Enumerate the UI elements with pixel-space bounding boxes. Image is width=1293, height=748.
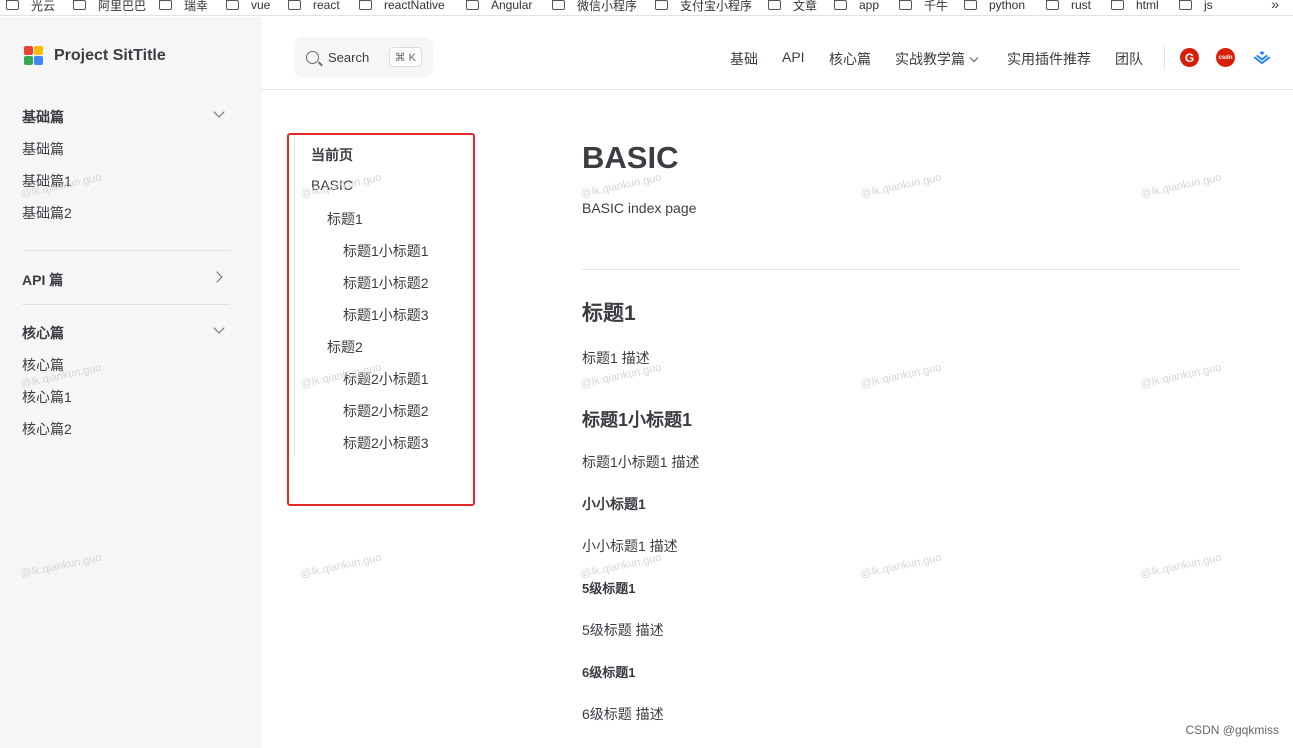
search-icon: [306, 50, 319, 64]
site-title: Project SitTitle: [54, 47, 166, 64]
folder-icon: [767, 0, 781, 10]
bookmark-item[interactable]: html: [1110, 0, 1159, 14]
watermark: @lk.qiankun.guo: [859, 171, 943, 201]
nav-item-basic[interactable]: 基础: [730, 49, 758, 69]
folder-icon: [833, 0, 847, 10]
sidebar-item[interactable]: 基础篇2: [22, 203, 72, 223]
sidebar-item[interactable]: 核心篇2: [22, 419, 72, 439]
watermark: @lk.qiankun.guo: [1139, 361, 1223, 391]
paragraph: 小小标题1 描述: [582, 538, 678, 554]
search-button[interactable]: Search ⌘ K: [294, 37, 433, 77]
outline-link[interactable]: 标题2小标题2: [343, 401, 429, 421]
csdn-icon[interactable]: csdn: [1216, 48, 1235, 67]
sidebar-group-core[interactable]: 核心篇: [22, 323, 64, 343]
heading-h5: 5级标题1: [582, 581, 636, 596]
bookmark-item[interactable]: reactNative: [358, 0, 445, 14]
folder-icon: [1045, 0, 1059, 10]
folder-icon: [358, 0, 372, 10]
bookmark-item[interactable]: rust: [1045, 0, 1091, 14]
outline-title: 当前页: [311, 147, 353, 163]
juejin-icon[interactable]: [1252, 48, 1272, 67]
bookmarks-bar: 光云 阿里巴巴 瑞幸 vue react reactNative Angular…: [0, 0, 1293, 16]
nav-item-team[interactable]: 团队: [1115, 49, 1143, 69]
folder-icon: [5, 0, 19, 10]
chevron-down-icon[interactable]: [213, 322, 225, 334]
sidebar-group-basic[interactable]: 基础篇: [22, 107, 64, 127]
nav-item-core[interactable]: 核心篇: [829, 49, 871, 69]
folder-icon: [551, 0, 565, 10]
folder-icon: [898, 0, 912, 10]
chevron-down-icon[interactable]: [213, 106, 225, 118]
bookmark-item[interactable]: Angular: [465, 0, 532, 14]
outline-link[interactable]: 标题1小标题2: [343, 273, 429, 293]
bookmark-item[interactable]: 瑞幸: [158, 0, 208, 14]
sidebar-group-api[interactable]: API 篇: [22, 270, 63, 290]
bookmark-item[interactable]: 阿里巴巴: [72, 0, 146, 14]
paragraph: 标题1小标题1 描述: [582, 454, 700, 470]
folder-icon: [225, 0, 239, 10]
search-label: Search: [328, 49, 370, 65]
folder-icon: [1178, 0, 1192, 10]
paragraph: 6级标题 描述: [582, 706, 664, 722]
folder-icon: [287, 0, 301, 10]
watermark: @lk.qiankun.guo: [299, 551, 383, 581]
outline-link[interactable]: 标题1小标题1: [343, 241, 429, 261]
folder-icon: [654, 0, 668, 10]
watermark: @lk.qiankun.guo: [859, 361, 943, 391]
nav-divider: [1164, 45, 1165, 69]
page-title: BASIC: [582, 140, 679, 175]
chevron-right-icon[interactable]: [211, 271, 223, 283]
folder-icon: [1110, 0, 1124, 10]
bookmark-item[interactable]: app: [833, 0, 879, 14]
site-logo[interactable]: Project SitTitle: [24, 46, 166, 66]
watermark: @lk.qiankun.guo: [1139, 171, 1223, 201]
nav-item-api[interactable]: API: [782, 49, 805, 65]
bookmark-item[interactable]: 支付宝小程序: [654, 0, 752, 14]
bookmark-item[interactable]: react: [287, 0, 340, 14]
bookmark-item[interactable]: 光云: [5, 0, 55, 14]
bookmark-item[interactable]: js: [1178, 0, 1213, 14]
bookmarks-more-button[interactable]: »: [1271, 0, 1279, 12]
gitee-icon[interactable]: G: [1180, 48, 1199, 67]
page-intro: BASIC index page: [582, 200, 697, 216]
search-shortcut: ⌘ K: [388, 47, 422, 67]
bookmark-item[interactable]: 千牛: [898, 0, 948, 14]
sidebar-item[interactable]: 基础篇: [22, 139, 64, 159]
credit-text: CSDN @gqkmiss: [1185, 723, 1279, 737]
folder-icon: [158, 0, 172, 10]
logo-icon: [24, 46, 44, 66]
bookmark-item[interactable]: python: [963, 0, 1025, 14]
nav-item-plugins[interactable]: 实用插件推荐: [1007, 49, 1091, 69]
top-nav: Search ⌘ K 基础 API 核心篇 实战教学篇 实用插件推荐 团队 G …: [262, 17, 1293, 90]
watermark: @lk.qiankun.guo: [859, 551, 943, 581]
sidebar-divider: [22, 304, 230, 305]
heading-h6: 6级标题1: [582, 665, 636, 680]
outline-link[interactable]: 标题2: [327, 337, 363, 357]
bookmark-item[interactable]: 微信小程序: [551, 0, 637, 14]
watermark: @lk.qiankun.guo: [1139, 551, 1223, 581]
heading-h3: 标题1小标题1: [582, 410, 693, 430]
heading-h2: 标题1: [582, 302, 636, 325]
folder-icon: [465, 0, 479, 10]
outline-link[interactable]: 标题1: [327, 209, 363, 229]
outline-link[interactable]: 标题1小标题3: [343, 305, 429, 325]
content-divider: [582, 269, 1240, 270]
chevron-down-icon: [969, 53, 979, 63]
folder-icon: [963, 0, 977, 10]
bookmark-item[interactable]: vue: [225, 0, 270, 14]
folder-icon: [72, 0, 86, 10]
sidebar-item[interactable]: 核心篇1: [22, 387, 72, 407]
sidebar-divider: [22, 250, 230, 251]
outline-link[interactable]: 标题2小标题3: [343, 433, 429, 453]
bookmark-item[interactable]: 文章: [767, 0, 817, 14]
nav-item-practice[interactable]: 实战教学篇: [895, 49, 979, 69]
heading-h4: 小小标题1: [582, 496, 646, 512]
paragraph: 5级标题 描述: [582, 622, 664, 638]
